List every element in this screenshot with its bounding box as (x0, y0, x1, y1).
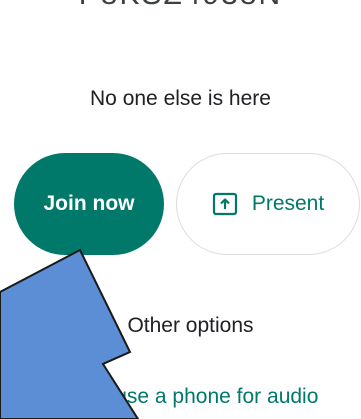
present-button[interactable]: Present (176, 153, 360, 255)
lobby-status-text: No one else is here (90, 87, 271, 110)
present-to-all-icon (212, 192, 237, 216)
join-now-button[interactable]: Join now (14, 153, 164, 255)
meeting-code: P8KSZ4938N (0, 0, 361, 10)
present-button-label: Present (251, 192, 325, 215)
other-options-heading: Other options (127, 314, 254, 337)
phone-audio-link[interactable]: Join and use a phone for audio (30, 384, 361, 410)
